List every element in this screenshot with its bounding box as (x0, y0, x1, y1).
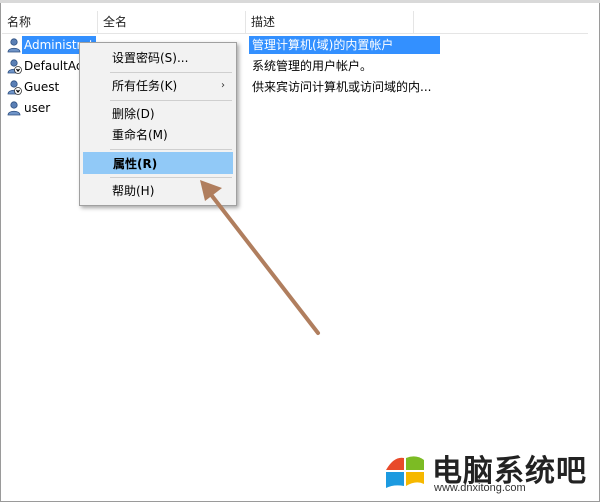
menu-item-all-tasks[interactable]: 所有任务(K) › (83, 75, 233, 97)
menu-item-set-password[interactable]: 设置密码(S)... (83, 47, 233, 69)
menu-item-delete[interactable]: 删除(D) (83, 103, 233, 125)
menu-item-help[interactable]: 帮助(H) (83, 180, 233, 202)
context-menu: 设置密码(S)... 所有任务(K) › 删除(D) 重命名(M) 属性(R) … (79, 42, 237, 206)
menu-item-properties[interactable]: 属性(R) (83, 152, 233, 174)
top-border (0, 0, 600, 3)
menu-separator (110, 100, 232, 101)
windows-logo-icon (386, 456, 424, 488)
user-account-icon (7, 38, 21, 53)
user-name: Guest (24, 80, 60, 94)
user-account-disabled-icon (7, 59, 22, 74)
menu-separator (110, 72, 232, 73)
menu-separator (110, 149, 232, 150)
user-description (249, 99, 440, 117)
user-account-disabled-icon (7, 80, 22, 95)
column-header-description[interactable]: 描述 (246, 11, 414, 33)
watermark-url: www.dnxitong.com (434, 482, 526, 494)
list-header: 名称 全名 描述 (2, 11, 588, 34)
column-header-name[interactable]: 名称 (2, 11, 98, 33)
column-header-fullname[interactable]: 全名 (98, 11, 246, 33)
user-description: 系统管理的用户帐户。 (252, 59, 373, 73)
menu-item-all-tasks-label: 所有任务(K) (112, 79, 178, 93)
submenu-arrow-icon: › (221, 80, 225, 91)
watermark-logo: 电脑系统吧 www.dnxitong.com (380, 448, 592, 496)
user-description: 管理计算机(域)的内置帐户 (249, 36, 440, 54)
menu-item-rename[interactable]: 重命名(M) (83, 124, 233, 146)
menu-separator (110, 177, 232, 178)
user-description: 供来宾访问计算机或访问域的内... (252, 80, 432, 94)
user-account-icon (7, 101, 21, 116)
user-name: user (24, 101, 51, 115)
